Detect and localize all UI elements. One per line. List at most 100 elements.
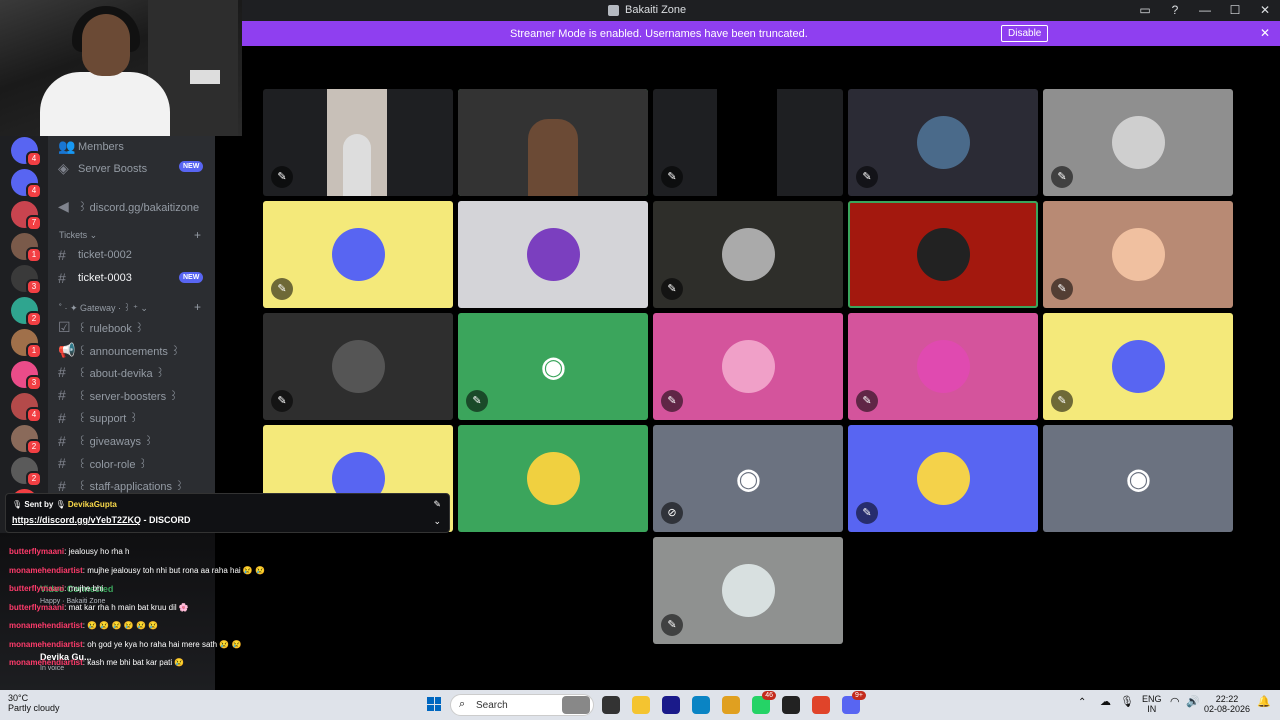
server-icon[interactable]: 4 [11, 169, 42, 199]
participant-tile[interactable]: ✎ [653, 89, 843, 196]
server-icon[interactable]: 1 [11, 329, 42, 359]
participant-tile[interactable] [458, 425, 648, 532]
taskbar-app-icon[interactable] [562, 696, 590, 714]
participant-tile[interactable] [848, 201, 1038, 308]
chat-text: : jealousy ho rha h [64, 547, 130, 556]
chevron-down-icon[interactable]: ⌄ [433, 516, 441, 527]
chat-message: butterflymaani: mujhe bhi [9, 584, 103, 593]
channel-ticket-0002[interactable]: # ticket-0002 [58, 247, 132, 263]
participant-tile[interactable] [458, 201, 648, 308]
participant-tile[interactable]: ✎ [263, 313, 453, 420]
onedrive-icon[interactable]: ☁ [1100, 697, 1111, 708]
avatar [917, 228, 970, 281]
category-gateway[interactable]: ˚ · ✦ Gateway · ꒱ ⁺ ⌄ + [59, 300, 201, 314]
minimize-button[interactable]: — [1198, 3, 1212, 17]
close-banner-icon[interactable]: ✕ [1260, 26, 1270, 40]
channel-item[interactable]: 📢 ꒰ announcements ꒱ [58, 342, 180, 359]
add-channel-icon[interactable]: + [194, 300, 201, 314]
channel-item[interactable]: # ꒰ giveaways ꒱ [58, 433, 153, 449]
wifi-icon[interactable]: ◠ [1170, 697, 1180, 708]
megaphone-icon: ◀ [58, 198, 69, 214]
participant-tile[interactable]: ◉ ✎ [458, 313, 648, 420]
server-icon[interactable]: 3 [11, 265, 42, 295]
server-icon[interactable]: 7 [11, 201, 42, 231]
channel-item[interactable]: ☑ ꒰ rulebook ꒱ [58, 319, 144, 336]
taskbar-app-icon[interactable] [632, 696, 650, 714]
language-indicator[interactable]: ENG IN [1142, 694, 1162, 714]
video-feed [717, 89, 777, 196]
boost-icon: ◈ [58, 160, 69, 176]
channel-ticket-0003[interactable]: # ticket-0003 [58, 270, 132, 286]
tray-chevron-icon[interactable]: ⌃ [1078, 698, 1086, 708]
notification-icon[interactable]: 🔔 [1257, 697, 1271, 708]
taskbar-app-icon[interactable] [812, 696, 830, 714]
chat-message: butterflymaani: mat kar rha h main bat k… [9, 603, 189, 612]
invite-link[interactable]: https://discord.gg/vYebT2ZKQ [12, 515, 141, 525]
new-badge: NEW [179, 161, 204, 172]
participant-tile[interactable]: ✎ [848, 313, 1038, 420]
participant-tile[interactable]: ✎ [263, 89, 453, 196]
participant-tile[interactable]: ✎ [263, 201, 453, 308]
participant-tile[interactable]: ✎ [1043, 89, 1233, 196]
participant-tile[interactable]: ◉ [1043, 425, 1233, 532]
server-icon[interactable]: 3 [11, 361, 42, 391]
channel-invite-link[interactable]: ◀ ꒱ discord.gg/bakaitizone [58, 198, 199, 215]
participant-tile[interactable]: ✎ [848, 425, 1038, 532]
taskbar-app-icon[interactable] [692, 696, 710, 714]
add-channel-icon[interactable]: + [194, 228, 201, 242]
muted-mic-icon: ✎ [466, 390, 488, 412]
participant-tile[interactable]: ◉ ⊘ [653, 425, 843, 532]
maximize-button[interactable]: ☐ [1228, 3, 1242, 17]
participant-tile[interactable]: ✎ [1043, 201, 1233, 308]
participant-tile[interactable]: ✎ [653, 537, 843, 644]
muted-mic-icon: ✎ [271, 166, 293, 188]
start-button[interactable] [427, 697, 441, 711]
taskbar-app-icon[interactable] [782, 696, 800, 714]
weather-widget[interactable]: 30°C Partly cloudy [8, 693, 60, 713]
server-icon[interactable]: 2 [11, 457, 42, 487]
close-window-button[interactable]: ✕ [1258, 3, 1272, 17]
channel-server-boosts[interactable]: ◈ Server Boosts [58, 160, 147, 177]
mention-badge: 2 [26, 311, 42, 327]
help-icon[interactable]: ? [1168, 3, 1182, 17]
participant-tile[interactable] [458, 89, 648, 196]
channel-item[interactable]: # ꒰ support ꒱ [58, 410, 138, 426]
muted-mic-icon: ✎ [271, 390, 293, 412]
pin-icon[interactable]: ✎ [433, 499, 441, 510]
taskbar-app-icon[interactable]: 46 [752, 691, 776, 714]
channel-item[interactable]: # ꒰ server-boosters ꒱ [58, 387, 178, 403]
participant-tile[interactable]: ✎ [653, 313, 843, 420]
volume-icon[interactable]: 🔊 [1186, 697, 1200, 708]
server-icon[interactable]: 2 [11, 297, 42, 327]
streamer-webcam [0, 0, 242, 136]
avatar [1112, 228, 1165, 281]
mic-icon[interactable]: 🎙 [1120, 697, 1134, 708]
category-tickets[interactable]: Tickets ⌄ + [59, 228, 201, 242]
server-icon[interactable]: 4 [11, 137, 42, 167]
inbox-icon[interactable]: ▭ [1138, 3, 1152, 17]
clock[interactable]: 22:22 02-08-2026 [1204, 694, 1250, 714]
avatar [527, 452, 580, 505]
windows-taskbar: 30°C Partly cloudy ⌕ Search 46 9+ ⌃ ☁ 🎙 E… [0, 690, 1280, 720]
taskbar-app-icon[interactable] [722, 696, 740, 714]
avatar [722, 564, 775, 617]
disable-streamer-button[interactable]: Disable [1001, 25, 1049, 42]
server-icon[interactable]: 2 [11, 425, 42, 455]
taskbar-app-icon[interactable] [662, 696, 680, 714]
notification-badge: 9+ [852, 691, 866, 700]
channel-item[interactable]: # ꒰ about-devika ꒱ [58, 364, 164, 380]
video-grid: ✎ ✎ ✎ ✎ ✎ ✎ ✎ ✎ ◉ ✎ ✎ ✎ ✎ ◉ ⊘ ✎ ◉ ✎ [215, 46, 1280, 690]
taskbar-app-icon[interactable] [602, 696, 620, 714]
channel-members[interactable]: 👥 Members [58, 138, 124, 155]
participant-tile[interactable]: ✎ [848, 89, 1038, 196]
participant-tile[interactable]: ✎ [1043, 313, 1233, 420]
server-icon[interactable]: 1 [11, 233, 42, 263]
participant-tile[interactable]: ✎ [653, 201, 843, 308]
discord-logo-icon: ◉ [541, 351, 566, 382]
pinned-message-overlay: 🎙 Sent by 🎙 DevikaGupta https://discord.… [5, 493, 450, 533]
server-icon[interactable]: 4 [11, 393, 42, 423]
taskbar-app-icon[interactable]: 9+ [842, 691, 866, 714]
channel-item[interactable]: # ꒰ color-role ꒱ [58, 455, 147, 471]
channel-item[interactable]: # ꒰ staff-applications ꒱ [58, 478, 184, 494]
avatar [917, 340, 970, 393]
